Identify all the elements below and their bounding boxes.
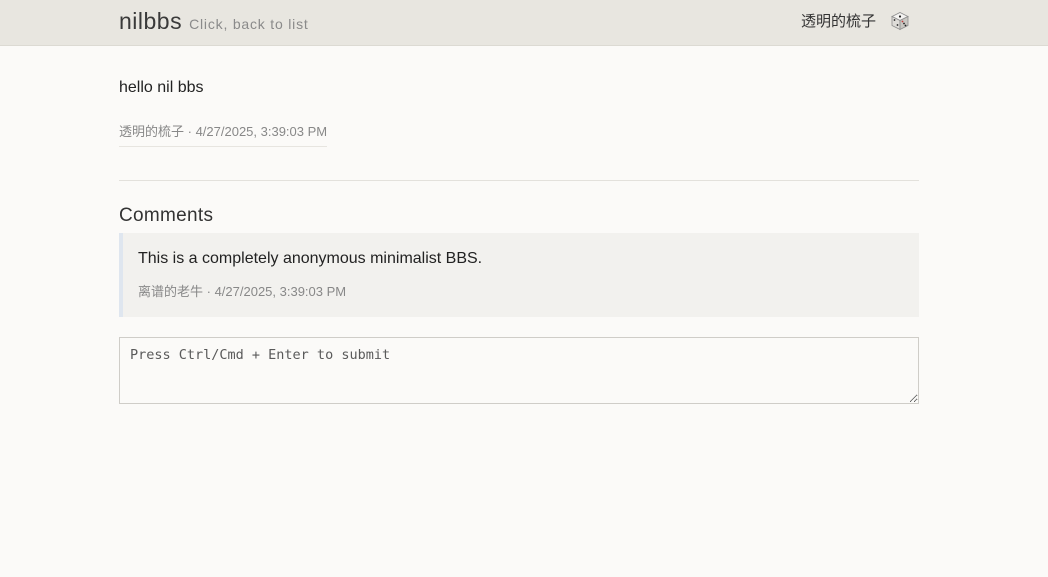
comments-heading: Comments bbox=[119, 205, 214, 226]
user-area: 透明的梳子 bbox=[801, 10, 910, 31]
post-meta: 透明的梳子 · 4/27/2025, 3:39:03 PM bbox=[119, 121, 328, 147]
top-bar: nilbbs Click, back to list 透明的梳子 bbox=[0, 0, 1048, 46]
post-body: hello nil bbs bbox=[119, 79, 204, 96]
site-title: nilbbs bbox=[119, 8, 183, 34]
comment-author: 离谱的老牛 bbox=[138, 285, 204, 300]
post-author: 透明的梳子 bbox=[119, 125, 185, 140]
username: 透明的梳子 bbox=[800, 12, 876, 30]
back-to-list-hint: Click, back to list bbox=[189, 16, 309, 32]
home-link[interactable]: nilbbs Click, back to list bbox=[119, 8, 309, 35]
comment-input[interactable] bbox=[119, 337, 919, 404]
post-timestamp: 4/27/2025, 3:39:03 PM bbox=[195, 124, 328, 139]
comment-timestamp: 4/27/2025, 3:39:03 PM bbox=[214, 284, 347, 299]
section-divider bbox=[119, 180, 919, 181]
comment-item: This is a completely anonymous minimalis… bbox=[119, 233, 919, 317]
main-content: hello nil bbs 透明的梳子 · 4/27/2025, 3:39:03… bbox=[119, 45, 919, 404]
comment-text: This is a completely anonymous minimalis… bbox=[138, 250, 483, 267]
meta-separator: · bbox=[184, 124, 196, 139]
meta-separator: · bbox=[203, 284, 215, 299]
dice-icon[interactable] bbox=[890, 11, 910, 31]
comment-meta: 离谱的老牛 · 4/27/2025, 3:39:03 PM bbox=[138, 281, 901, 300]
